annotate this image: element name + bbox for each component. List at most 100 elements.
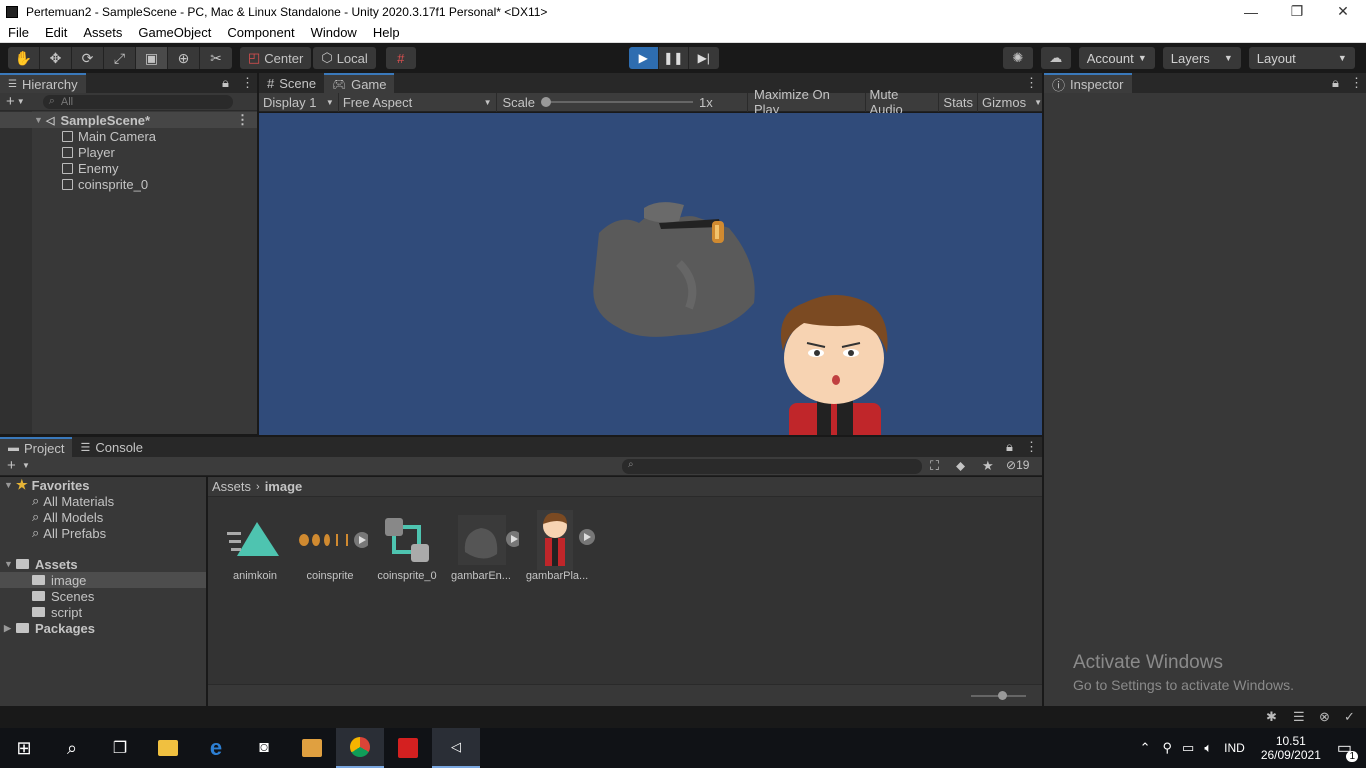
close-button[interactable]: ✕ (1320, 0, 1366, 23)
clock[interactable]: 10.51 26/09/2021 (1261, 734, 1321, 762)
media-player-icon[interactable] (288, 728, 336, 768)
language-indicator[interactable]: IND (1224, 741, 1245, 755)
chrome-browser-icon[interactable] (336, 728, 384, 768)
restore-button[interactable]: ❐ (1274, 0, 1320, 23)
kebab-menu-icon[interactable]: ⋮ (1025, 439, 1038, 455)
layers-stack-icon[interactable]: ☰ (1293, 709, 1305, 725)
chevron-down-icon[interactable]: ▼ (22, 461, 30, 470)
asset-tile[interactable]: animkoin (217, 510, 293, 582)
expand-icon[interactable]: ▶ (4, 623, 16, 634)
task-view-icon[interactable]: ❐ (96, 728, 144, 768)
step-button[interactable]: ▶| (688, 47, 719, 69)
grid-snap-button[interactable]: # (385, 47, 416, 69)
chevron-down-icon[interactable]: ▼ (17, 97, 25, 106)
volume-icon[interactable]: 🔈︎ (1204, 740, 1212, 756)
pivot-toggle[interactable]: ◰ Center (240, 47, 312, 69)
stats-toggle[interactable]: Stats (939, 92, 979, 112)
asset-tile[interactable]: gambarPla... (519, 510, 595, 582)
hierarchy-item[interactable]: Player (62, 144, 115, 160)
packages-row[interactable]: ▶ Packages (4, 620, 95, 636)
lock-icon[interactable]: 🔒︎ (222, 75, 229, 91)
expand-icon[interactable]: ▼ (4, 559, 16, 569)
icon-size-slider-handle[interactable] (998, 691, 1007, 700)
tab-game[interactable]: 🎮︎ Game (324, 73, 395, 93)
gizmos-toggle[interactable]: Gizmos (978, 93, 1030, 112)
search-by-type-icon[interactable]: ⛶ (930, 458, 939, 474)
kebab-menu-icon[interactable]: ⋮ (1350, 75, 1363, 91)
display-dropdown[interactable]: Display 1 ▼ (259, 92, 339, 112)
chevron-up-icon[interactable]: ⌃ (1140, 740, 1151, 756)
folder-item-image[interactable]: image (0, 572, 206, 588)
mute-audio-toggle[interactable]: Mute Audio (866, 87, 940, 117)
transform-tool-icon[interactable]: ⊕ (168, 47, 200, 69)
edge-browser-icon[interactable]: e (192, 728, 240, 768)
pdf-reader-icon[interactable] (384, 728, 432, 768)
search-icon[interactable]: ⌕ (48, 728, 96, 768)
space-toggle[interactable]: ⬡ Local (313, 47, 376, 69)
menu-gameobject[interactable]: GameObject (130, 25, 219, 40)
windows-start-icon[interactable]: ⊞ (0, 728, 48, 768)
favorite-item[interactable]: ⌕ All Prefabs (32, 525, 106, 541)
tab-hierarchy[interactable]: ☰ Hierarchy (0, 73, 86, 93)
network-icon[interactable]: ⚲ (1163, 740, 1173, 756)
menu-edit[interactable]: Edit (37, 25, 75, 40)
search-by-label-icon[interactable]: ⬥ (956, 458, 965, 474)
menu-file[interactable]: File (0, 25, 37, 40)
add-icon[interactable]: + (7, 457, 16, 474)
play-button[interactable]: ▶ (628, 47, 659, 69)
scene-row[interactable]: ▼ ◁ SampleScene* ⋮ (0, 112, 257, 128)
tab-console[interactable]: ☰ Console (72, 437, 151, 457)
expand-icon[interactable]: ▼ (4, 480, 16, 490)
rect-tool-icon[interactable]: ▣ (136, 47, 168, 69)
services-button[interactable]: ✺ (1002, 47, 1033, 69)
asset-tile[interactable]: coinsprite (292, 510, 368, 582)
scale-slider-handle[interactable] (541, 97, 552, 107)
notifications-button[interactable]: ▭ 1 (1337, 738, 1358, 762)
check-circle-icon[interactable]: ✓ (1344, 709, 1355, 725)
lock-icon[interactable]: 🔒︎ (1006, 439, 1013, 455)
battery-icon[interactable]: ▭ (1182, 740, 1194, 756)
kebab-menu-icon[interactable]: ⋮ (236, 112, 249, 128)
folder-item-script[interactable]: script (32, 604, 82, 620)
assets-row[interactable]: ▼ Assets (4, 556, 78, 572)
chevron-down-icon[interactable]: ▼ (1034, 98, 1042, 107)
camera-app-icon[interactable]: ◙ (240, 728, 288, 768)
custom-tool-icon[interactable]: ✂ (200, 47, 232, 69)
hierarchy-item[interactable]: Enemy (62, 160, 118, 176)
layers-dropdown[interactable]: Layers ▼ (1162, 47, 1241, 69)
hierarchy-item[interactable]: coinsprite_0 (62, 176, 148, 192)
tab-project[interactable]: ▬ Project (0, 437, 73, 457)
tab-scene[interactable]: # Scene (259, 73, 324, 93)
maximize-on-play-toggle[interactable]: Maximize On Play (748, 87, 866, 117)
favorites-row[interactable]: ▼ ★ Favorites (4, 477, 89, 493)
tab-inspector[interactable]: ⓘ Inspector (1044, 73, 1132, 93)
hand-tool-icon[interactable]: ✋ (8, 47, 40, 69)
kebab-menu-icon[interactable]: ⋮ (1025, 75, 1038, 91)
aspect-dropdown[interactable]: Free Aspect ▼ (339, 92, 497, 112)
no-signal-icon[interactable]: ⊗ (1319, 709, 1330, 725)
favorite-item[interactable]: ⌕ All Materials (32, 493, 114, 509)
project-search-input[interactable]: ⌕ (622, 459, 922, 474)
hidden-packages-toggle[interactable]: ⊘19 (1006, 458, 1029, 472)
expand-icon[interactable]: ▼ (34, 115, 46, 125)
scale-slider[interactable] (541, 97, 694, 107)
lock-icon[interactable]: 🔒︎ (1332, 75, 1339, 91)
menu-component[interactable]: Component (219, 25, 302, 40)
favorite-item[interactable]: ⌕ All Models (32, 509, 103, 525)
folder-item-scenes[interactable]: Scenes (32, 588, 94, 604)
asset-tile[interactable]: coinsprite_0 (369, 510, 445, 582)
scale-tool-icon[interactable]: ⤢ (104, 47, 136, 69)
favorite-star-icon[interactable]: ★ (982, 458, 994, 474)
unity-hub-icon[interactable]: ◁ (432, 728, 480, 768)
rotate-tool-icon[interactable]: ⟳ (72, 47, 104, 69)
move-tool-icon[interactable]: ✥ (40, 47, 72, 69)
layout-dropdown[interactable]: Layout ▼ (1248, 47, 1355, 69)
breadcrumb-assets[interactable]: Assets (212, 479, 251, 494)
game-view[interactable] (259, 113, 1042, 435)
menu-window[interactable]: Window (303, 25, 365, 40)
collab-button[interactable]: ☁ (1040, 47, 1071, 69)
pause-button[interactable]: ❚❚ (658, 47, 689, 69)
menu-assets[interactable]: Assets (75, 25, 130, 40)
minimize-button[interactable]: — (1228, 0, 1274, 23)
hierarchy-item[interactable]: Main Camera (62, 128, 156, 144)
